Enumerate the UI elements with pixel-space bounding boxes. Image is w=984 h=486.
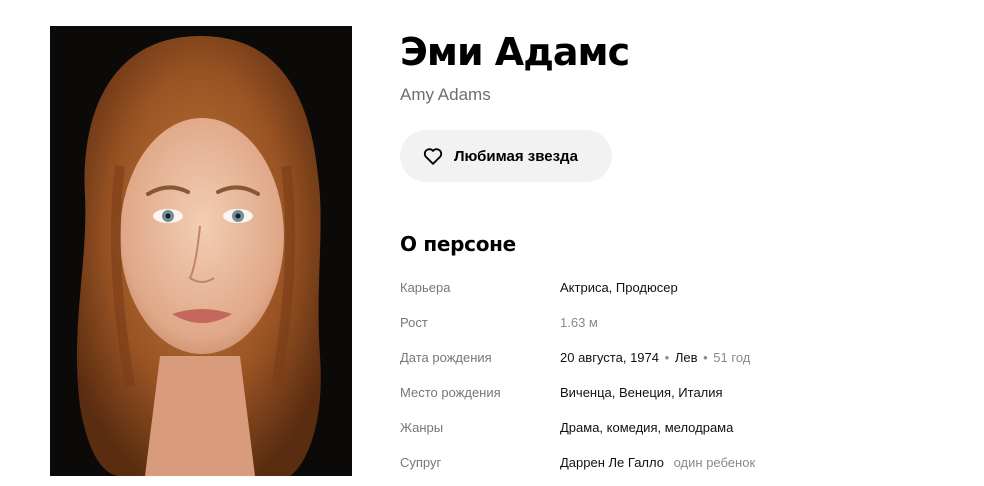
- fact-key: Дата рождения: [400, 350, 492, 365]
- person-name: Эми Адамс: [400, 30, 630, 74]
- separator-dot: •: [664, 350, 670, 365]
- person-photo: [50, 26, 352, 476]
- favorite-star-label: Любимая звезда: [454, 147, 578, 165]
- fact-row-birth-date: Дата рождения 20 августа, 1974 • Лев • 5…: [400, 340, 960, 375]
- fact-key: Жанры: [400, 420, 444, 435]
- fact-row-birth-place: Место рождения Виченца, Венеция, Италия: [400, 375, 960, 410]
- fact-key: Место рождения: [400, 385, 501, 400]
- spouse-link[interactable]: Даррен Ле Галло: [560, 455, 664, 470]
- portrait-image: [50, 26, 352, 476]
- fact-value: Даррен Ле Галло один ребенок: [560, 455, 755, 470]
- about-section-title: О персоне: [400, 232, 516, 256]
- separator-dot: •: [703, 350, 708, 365]
- fact-value: 1.63 м: [560, 315, 598, 330]
- fact-key: Рост: [400, 315, 428, 330]
- fact-row-career: Карьера Актриса, Продюсер: [400, 270, 960, 305]
- facts-table: Карьера Актриса, Продюсер Рост 1.63 м Да…: [400, 270, 960, 480]
- age-text: 51 год: [713, 350, 751, 365]
- fact-row-genres: Жанры Драма, комедия, мелодрама: [400, 410, 960, 445]
- birth-date-link[interactable]: 20 августа, 1974: [560, 350, 659, 365]
- fact-row-height: Рост 1.63 м: [400, 305, 960, 340]
- fact-row-spouse: Супруг Даррен Ле Галло один ребенок: [400, 445, 960, 480]
- zodiac-sign-link[interactable]: Лев: [675, 350, 698, 365]
- fact-value: 20 августа, 1974 • Лев • 51 год: [560, 350, 750, 365]
- fact-value[interactable]: Драма, комедия, мелодрама: [560, 420, 733, 435]
- person-info: Эми Адамс Amy Adams Любимая звезда О пер…: [400, 26, 960, 480]
- person-original-name: Amy Adams: [400, 85, 491, 104]
- children-text: один ребенок: [673, 455, 756, 470]
- fact-value[interactable]: Актриса, Продюсер: [560, 280, 678, 295]
- heart-icon: [422, 145, 444, 167]
- favorite-star-button[interactable]: Любимая звезда: [400, 130, 612, 182]
- fact-value[interactable]: Виченца, Венеция, Италия: [560, 385, 723, 400]
- fact-key: Карьера: [400, 280, 451, 295]
- fact-key: Супруг: [400, 455, 442, 470]
